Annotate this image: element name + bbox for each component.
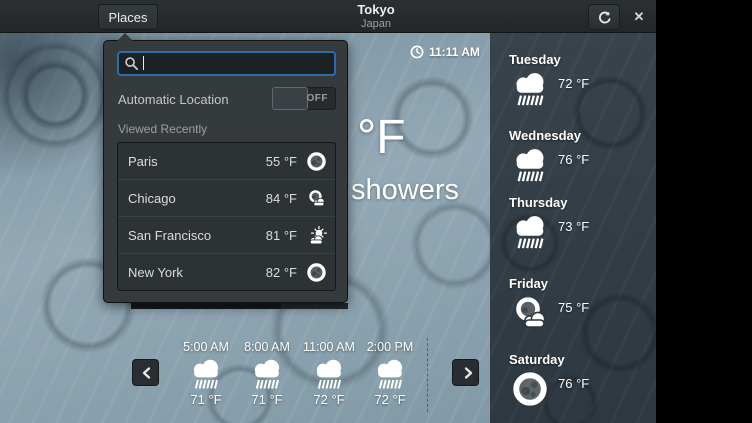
clear-night-icon [306, 262, 327, 283]
places-popover: Automatic Location OFF Viewed Recently P… [103, 40, 348, 303]
list-item-chicago[interactable]: Chicago 84 °F [118, 179, 335, 216]
city-name: San Francisco [128, 228, 266, 243]
list-item-san-francisco[interactable]: San Francisco 81 °F [118, 216, 335, 253]
city-temp: 55 °F [266, 154, 297, 169]
forecast-day: Friday 75 °F [509, 276, 654, 332]
automatic-location-toggle[interactable]: OFF [272, 87, 336, 110]
app-window: 11:11 AM °F showers Tuesday 72 °F Wednes… [0, 0, 752, 423]
rain-icon [309, 357, 349, 391]
hour-time: 11:00 AM [297, 340, 361, 354]
location-search-entry[interactable] [117, 51, 336, 76]
city-name: Paris [128, 154, 266, 169]
forecast-day: Thursday 73 °F [509, 195, 654, 251]
rain-icon [509, 146, 551, 184]
refresh-icon [597, 10, 612, 25]
hour-temp: 72 °F [358, 392, 422, 407]
hourly-item: 5:00 AM 71 °F [174, 340, 238, 407]
chevron-left-icon [138, 364, 154, 382]
hourly-separator [427, 338, 428, 412]
city-name: Chicago [128, 191, 266, 206]
hour-temp: 71 °F [174, 392, 238, 407]
hourly-item: 11:00 AM 72 °F [297, 340, 361, 407]
viewed-recently-heading: Viewed Recently [118, 122, 207, 136]
clear-night-icon [509, 370, 551, 408]
hourly-item: 2:00 PM 72 °F [358, 340, 422, 407]
forecast-day: Tuesday 72 °F [509, 52, 654, 108]
city-temp: 81 °F [266, 228, 297, 243]
rain-icon [509, 213, 551, 251]
list-item-new-york[interactable]: New York 82 °F [118, 253, 335, 290]
popover-arrow [117, 33, 133, 41]
city-temp: 82 °F [266, 265, 297, 280]
hour-temp: 72 °F [297, 392, 361, 407]
day-name: Tuesday [509, 52, 654, 67]
city-temp: 84 °F [266, 191, 297, 206]
search-icon [124, 56, 139, 71]
rain-icon [509, 70, 551, 108]
refresh-button[interactable] [588, 4, 620, 30]
places-button[interactable]: Places [98, 4, 158, 30]
rain-icon [370, 357, 410, 391]
few-clouds-day-icon [306, 224, 327, 246]
automatic-location-label: Automatic Location [118, 92, 229, 107]
hour-time: 5:00 AM [174, 340, 238, 354]
day-temp: 76 °F [558, 376, 589, 391]
city-name: New York [128, 265, 266, 280]
day-temp: 73 °F [558, 219, 589, 234]
forecast-day: Saturday 76 °F [509, 352, 654, 408]
rain-icon [186, 357, 226, 391]
content-area: 11:11 AM °F showers Tuesday 72 °F Wednes… [0, 0, 656, 423]
toggle-knob [272, 87, 308, 110]
forecast-day: Wednesday 76 °F [509, 128, 654, 184]
toggle-state-label: OFF [307, 93, 329, 104]
day-name: Wednesday [509, 128, 654, 143]
list-item-paris[interactable]: Paris 55 °F [118, 143, 335, 179]
day-name: Saturday [509, 352, 654, 367]
clear-night-icon [306, 151, 327, 172]
header-bar: Tokyo Japan Places ✕ [0, 0, 656, 33]
few-clouds-night-icon [306, 188, 327, 209]
day-name: Friday [509, 276, 654, 291]
day-temp: 75 °F [558, 300, 589, 315]
background-dark-band [281, 303, 348, 309]
temperature-unit: °F [357, 110, 406, 165]
day-temp: 72 °F [558, 76, 589, 91]
current-time: 11:11 AM [410, 45, 480, 59]
few-clouds-night-icon [509, 294, 551, 332]
clock-icon [410, 45, 424, 59]
text-cursor [143, 56, 144, 70]
day-temp: 76 °F [558, 152, 589, 167]
hourly-prev-button[interactable] [132, 359, 159, 386]
rain-icon [247, 357, 287, 391]
search-input[interactable] [139, 56, 329, 71]
day-name: Thursday [509, 195, 654, 210]
condition-label: showers [351, 174, 459, 207]
chevron-right-icon [458, 364, 474, 382]
background-dark-band [131, 302, 281, 309]
hour-temp: 71 °F [235, 392, 299, 407]
recent-locations-list: Paris 55 °F Chicago 84 °F San Francisco … [117, 142, 336, 291]
hourly-item: 8:00 AM 71 °F [235, 340, 299, 407]
hour-time: 8:00 AM [235, 340, 299, 354]
close-button[interactable]: ✕ [628, 5, 650, 28]
hourly-next-button[interactable] [452, 359, 479, 386]
hour-time: 2:00 PM [358, 340, 422, 354]
current-time-label: 11:11 AM [429, 45, 480, 59]
